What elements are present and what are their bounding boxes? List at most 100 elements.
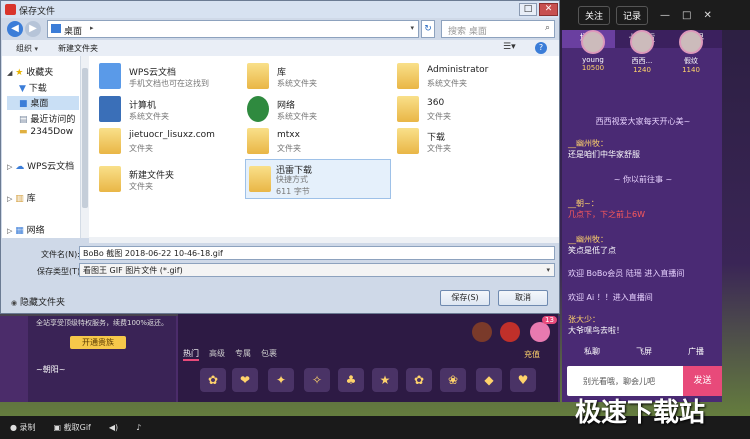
activity-icon[interactable] <box>530 322 550 342</box>
rank-item[interactable]: young 10500 <box>568 24 618 72</box>
view-mode-icon[interactable]: ☰▾ <box>503 42 516 52</box>
nav-item-wps-cloud[interactable]: ▷ ☁ WPS云文档 <box>7 159 74 172</box>
nav-item-network[interactable]: ▷ ▦ 网络 <box>7 223 45 236</box>
nav-item-desktop[interactable]: ■ 桌面 <box>7 96 79 110</box>
save-button[interactable]: 保存(S) <box>440 290 490 306</box>
rank-item[interactable]: 西西... 1240 <box>617 24 667 74</box>
chevron-down-icon[interactable]: ▾ <box>410 24 414 32</box>
capture-gif-button[interactable]: ▣ 截取Gif <box>54 422 91 433</box>
chat-user[interactable]: __朝~： <box>568 199 599 208</box>
filetype-select[interactable]: 看图王 GIF 图片文件 (*.gif) ▾ <box>79 263 555 277</box>
gift-item[interactable]: ♣ <box>338 368 364 392</box>
gift-tab-exclusive[interactable]: 专属 <box>235 348 251 361</box>
folder-icon <box>397 128 419 154</box>
folder-icon <box>247 128 269 154</box>
volume-icon[interactable]: ◀) <box>109 423 118 432</box>
desktop-icon <box>51 24 61 33</box>
address-bar[interactable]: 桌面 ▸ ▾ <box>47 20 419 38</box>
dialog-titlebar[interactable]: 保存文件 □ ✕ <box>1 1 559 18</box>
chat-message: __幽州牧： 笑点是低了点 <box>568 234 718 256</box>
file-name: 360 <box>427 98 445 108</box>
follow-button[interactable]: 关注 <box>578 5 611 25</box>
cloud-icon: ☁ <box>15 162 25 172</box>
file-item-downloads[interactable]: 下载 文件夹 <box>397 128 535 158</box>
watermark: 极速下载站 <box>575 398 706 428</box>
gift-tab-package[interactable]: 包裹 <box>261 348 277 361</box>
file-desc: 文件夹 <box>427 112 451 121</box>
record-video-button[interactable]: ● 录制 <box>10 422 36 433</box>
gift-item[interactable]: ✿ <box>406 368 432 392</box>
file-item-administrator[interactable]: Administrator 系统文件夹 <box>397 63 535 93</box>
private-chat-button[interactable]: 私聊 <box>584 346 600 357</box>
gift-tab-advanced[interactable]: 高级 <box>209 348 225 361</box>
expand-icon[interactable]: ▷ <box>7 227 12 235</box>
scroll-thumb[interactable] <box>82 68 88 208</box>
chat-message: 西西视爱大家每天开心美~ <box>595 117 691 126</box>
dialog-title: 保存文件 <box>19 7 56 17</box>
library-icon: ▥ <box>15 194 24 204</box>
nav-item-favorites[interactable]: ◢ ★ 收藏夹 <box>7 65 53 78</box>
nav-item-recent[interactable]: ▤ 最近访问的 <box>19 112 75 125</box>
maximize-icon[interactable]: □ <box>519 3 537 16</box>
chat-text: 还是咱们中华家舒服 <box>568 150 640 159</box>
nav-scrollbar[interactable] <box>80 56 89 238</box>
gift-item[interactable]: ❀ <box>440 368 466 392</box>
close-icon[interactable]: ✕ <box>539 3 558 16</box>
cancel-button[interactable]: 取消 <box>498 290 548 306</box>
network-icon: ▦ <box>15 226 24 236</box>
file-item-library[interactable]: 库 系统文件夹 <box>247 63 385 93</box>
redpacket-icon[interactable] <box>500 322 520 342</box>
expand-icon[interactable]: ◢ <box>7 69 12 77</box>
search-input[interactable]: 搜索 桌面 ⌕ <box>441 20 555 38</box>
chevron-right-icon[interactable]: ▸ <box>90 24 94 32</box>
refresh-icon[interactable]: ↻ <box>421 20 435 38</box>
gift-item[interactable]: ❤ <box>232 368 258 392</box>
file-item-computer[interactable]: 计算机 系统文件夹 <box>99 96 237 126</box>
gift-tab-hot[interactable]: 热门 <box>183 348 199 361</box>
fly-screen-button[interactable]: 飞屏 <box>636 346 652 357</box>
file-item-new-folder[interactable]: 新建文件夹 文件夹 <box>99 166 237 196</box>
back-icon[interactable]: ◀ <box>7 21 23 37</box>
chat-user[interactable]: 张大少： <box>568 315 600 324</box>
gift-item[interactable]: ★ <box>372 368 398 392</box>
gift-item[interactable]: ✿ <box>200 368 226 392</box>
maximize-icon[interactable]: □ <box>682 10 691 21</box>
search-icon[interactable]: ⌕ <box>545 23 550 33</box>
nav-item-library[interactable]: ▷ ▥ 库 <box>7 191 36 204</box>
gift-item[interactable]: ♥ <box>510 368 536 392</box>
desktop-icon: ■ <box>19 99 28 109</box>
rank-item[interactable]: 假纹 1140 <box>666 24 716 74</box>
nav-item-2345download[interactable]: ▬ 2345Dow <box>19 127 73 137</box>
forward-icon[interactable]: ▶ <box>25 21 41 37</box>
hide-folders-toggle[interactable]: ◉ 隐藏文件夹 <box>11 295 65 308</box>
minimize-icon[interactable]: — <box>660 10 670 21</box>
new-folder-button[interactable]: 新建文件夹 <box>58 43 98 54</box>
gift-item[interactable]: ◆ <box>476 368 502 392</box>
gift-item[interactable]: ✧ <box>304 368 330 392</box>
file-item-network[interactable]: 网络 系统文件夹 <box>247 96 385 126</box>
broadcast-button[interactable]: 广播 <box>688 346 704 357</box>
file-item-wps-cloud[interactable]: WPS云文档 手机文档也可在这找到 <box>99 63 237 93</box>
recharge-link[interactable]: 充值 <box>524 349 540 360</box>
gift-item[interactable]: ✦ <box>268 368 294 392</box>
file-item-xunlei[interactable]: 迅雷下载 快捷方式 611 字节 <box>245 159 391 199</box>
nav-item-downloads[interactable]: ▼ 下载 <box>19 81 47 94</box>
file-item-360[interactable]: 360 文件夹 <box>397 96 535 126</box>
open-vip-button[interactable]: 开通贵族 <box>70 336 126 349</box>
microphone-icon[interactable]: ♪ <box>136 423 141 432</box>
expand-icon[interactable]: ▷ <box>7 163 12 171</box>
chat-user[interactable]: __幽州牧： <box>568 139 608 148</box>
help-icon[interactable]: ? <box>535 42 547 54</box>
chat-user[interactable]: __幽州牧： <box>568 235 608 244</box>
record-button[interactable]: 记录 <box>616 5 649 25</box>
filename-field[interactable]: BoBo 截图 2018-06-22 10-46-18.gif <box>79 246 555 260</box>
close-icon[interactable]: ✕ <box>703 10 711 21</box>
file-desc: 文件夹 <box>129 144 153 153</box>
expand-icon[interactable]: ▷ <box>7 195 12 203</box>
file-item-mtxx[interactable]: mtxx 文件夹 <box>247 128 385 158</box>
file-item-jietuocr[interactable]: jietuocr_lisuxz.com 文件夹 <box>99 128 237 158</box>
organize-menu[interactable]: 组织 ▾ <box>16 43 38 54</box>
file-name: jietuocr_lisuxz.com <box>129 130 215 140</box>
chat-message: 张大少： 大爷嘿鸟去啦！ <box>568 314 718 336</box>
gift-round-icon[interactable] <box>472 322 492 342</box>
